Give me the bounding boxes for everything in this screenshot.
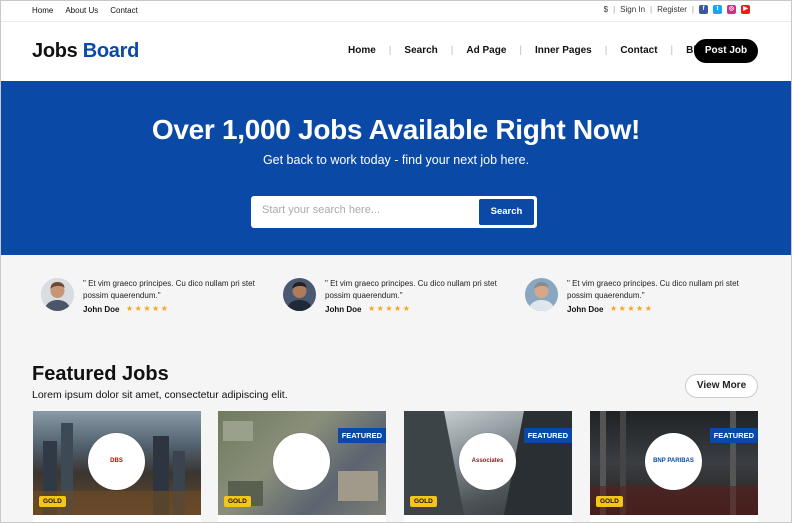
divider: | bbox=[650, 5, 653, 14]
nav-inner-pages[interactable]: Inner Pages bbox=[535, 45, 592, 56]
nav-divider: | bbox=[388, 45, 392, 56]
testimonial-quote: " Et vim graeco principes. Cu dico nulla… bbox=[567, 279, 739, 300]
company-logo: DBS bbox=[88, 433, 145, 490]
nav-divider: | bbox=[604, 45, 608, 56]
featured-badge: FEATURED bbox=[523, 428, 572, 443]
job-card[interactable]: Associates FEATURED GOLD bbox=[404, 411, 572, 523]
register-link[interactable]: Register bbox=[657, 5, 687, 14]
company-logo bbox=[273, 433, 330, 490]
nav-home[interactable]: Home bbox=[348, 45, 376, 56]
hero-title: Over 1,000 Jobs Available Right Now! bbox=[151, 114, 641, 145]
nav-contact[interactable]: Contact bbox=[620, 45, 657, 56]
hero-subtitle: Get back to work today - find your next … bbox=[262, 153, 530, 167]
top-link-home[interactable]: Home bbox=[32, 6, 53, 15]
view-more-button[interactable]: View More bbox=[685, 374, 758, 398]
featured-badge: FEATURED bbox=[337, 428, 386, 443]
search-input[interactable] bbox=[262, 204, 462, 216]
top-link-about[interactable]: About Us bbox=[65, 6, 98, 15]
testimonial-name: John Doe bbox=[567, 305, 604, 314]
main-nav: Home | Search | Ad Page | Inner Pages | … bbox=[348, 45, 708, 56]
rating-stars-icon: ★★★★★ bbox=[126, 304, 170, 313]
currency-selector[interactable]: $ bbox=[604, 5, 608, 14]
signin-link[interactable]: Sign In bbox=[620, 5, 645, 14]
logo-text-board: Board bbox=[82, 40, 140, 62]
testimonial-quote: " Et vim graeco principes. Cu dico nulla… bbox=[83, 279, 255, 300]
rating-stars-icon: ★★★★★ bbox=[368, 304, 412, 313]
search-button[interactable]: Search bbox=[479, 199, 534, 225]
gold-badge: GOLD bbox=[596, 496, 623, 507]
testimonial-name: John Doe bbox=[83, 305, 120, 314]
gold-badge: GOLD bbox=[39, 496, 66, 507]
post-job-button[interactable]: Post Job bbox=[694, 39, 758, 63]
nav-search[interactable]: Search bbox=[404, 45, 437, 56]
gold-badge: GOLD bbox=[224, 496, 251, 507]
company-name: DBS bbox=[110, 458, 123, 464]
company-logo: BNP PARIBAS bbox=[645, 433, 702, 490]
nav-ad-page[interactable]: Ad Page bbox=[466, 45, 506, 56]
gold-badge: GOLD bbox=[410, 496, 437, 507]
company-name: Associates bbox=[471, 458, 504, 464]
company-name: BNP PARIBAS bbox=[653, 458, 694, 464]
nav-divider: | bbox=[519, 45, 522, 56]
testimonial-name: John Doe bbox=[325, 305, 362, 314]
top-right: $ | Sign In | Register | f t ◎ ▶ bbox=[604, 5, 750, 14]
featured-title: Featured Jobs bbox=[32, 363, 169, 385]
top-link-contact[interactable]: Contact bbox=[110, 6, 138, 15]
nav-divider: | bbox=[670, 45, 674, 56]
nav-divider: | bbox=[450, 45, 454, 56]
job-card[interactable]: FEATURED GOLD bbox=[218, 411, 386, 523]
twitter-icon[interactable]: t bbox=[713, 5, 722, 14]
divider: | bbox=[613, 5, 616, 14]
main-header: Jobs Board Home | Search | Ad Page | Inn… bbox=[0, 22, 792, 81]
avatar bbox=[41, 278, 74, 311]
featured-subtitle: Lorem ipsum dolor sit amet, consectetur … bbox=[32, 389, 288, 401]
top-bar: Home About Us Contact $ | Sign In | Regi… bbox=[0, 0, 792, 22]
job-card[interactable]: DBS GOLD bbox=[33, 411, 201, 523]
facebook-icon[interactable]: f bbox=[699, 5, 708, 14]
hero-section: Over 1,000 Jobs Available Right Now! Get… bbox=[0, 81, 792, 255]
instagram-icon[interactable]: ◎ bbox=[727, 5, 736, 14]
testimonial-quote: " Et vim graeco principes. Cu dico nulla… bbox=[325, 279, 497, 300]
company-logo: Associates bbox=[459, 433, 516, 490]
top-links: Home About Us Contact bbox=[32, 6, 138, 15]
featured-badge: FEATURED bbox=[709, 428, 758, 443]
job-card[interactable]: BNP PARIBAS FEATURED GOLD bbox=[590, 411, 758, 523]
rating-stars-icon: ★★★★★ bbox=[610, 304, 654, 313]
youtube-icon[interactable]: ▶ bbox=[741, 5, 750, 14]
site-logo[interactable]: Jobs Board bbox=[32, 40, 139, 63]
divider: | bbox=[691, 5, 694, 14]
logo-text-jobs: Jobs bbox=[32, 40, 78, 62]
avatar bbox=[525, 278, 558, 311]
avatar bbox=[283, 278, 316, 311]
